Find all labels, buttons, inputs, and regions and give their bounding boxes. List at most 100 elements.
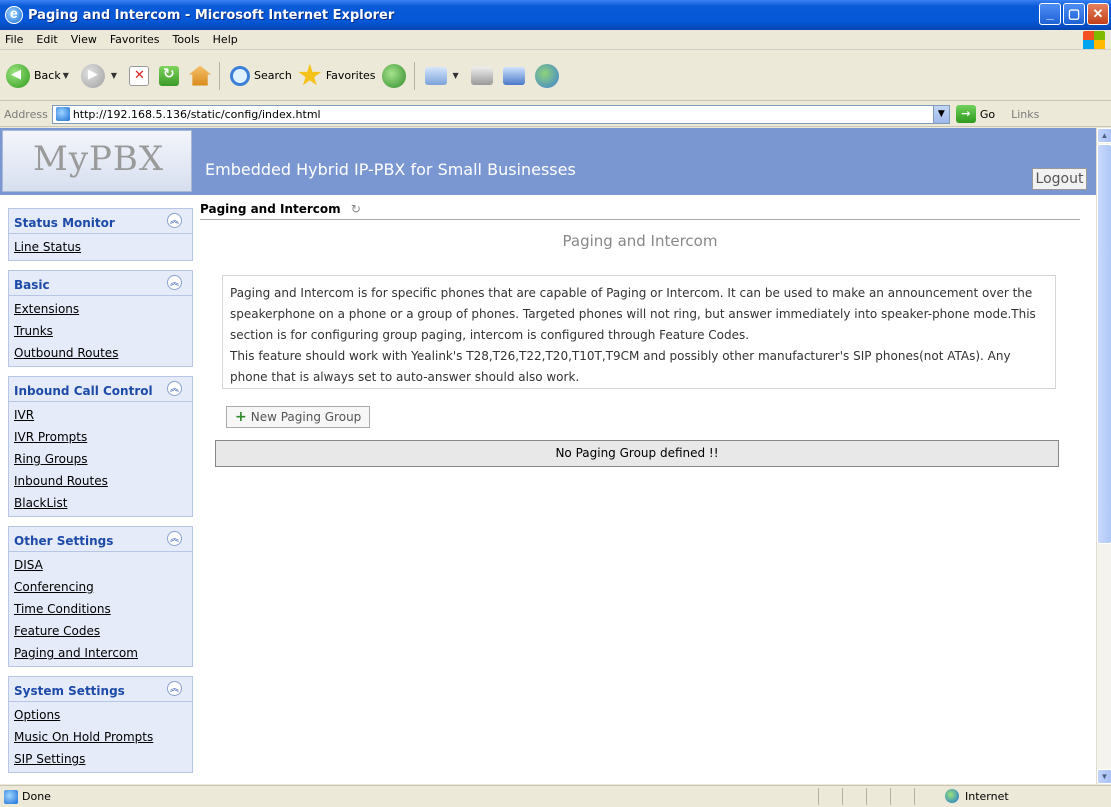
messenger-button[interactable] (534, 58, 563, 94)
collapse-icon[interactable]: ︽ (167, 213, 182, 228)
sidebar-group-header[interactable]: System Settings ︽ (9, 677, 192, 701)
status-text: Done (22, 790, 51, 803)
collapse-icon[interactable]: ︽ (167, 681, 182, 696)
chevron-down-icon[interactable]: ▼ (63, 71, 69, 80)
chevron-down-icon[interactable]: ▼ (111, 71, 117, 80)
toolbar-separator (413, 61, 415, 90)
sidebar-item-sip-settings[interactable]: SIP Settings (9, 748, 192, 770)
search-button[interactable]: Search (230, 58, 292, 94)
new-paging-group-button[interactable]: + New Paging Group (226, 406, 371, 428)
chevron-down-icon[interactable]: ▼ (453, 71, 459, 80)
print-button[interactable] (470, 58, 497, 94)
empty-message: No Paging Group defined !! (215, 440, 1059, 467)
sidebar-item-ivr[interactable]: IVR (9, 404, 192, 426)
go-arrow-icon: → (955, 105, 976, 123)
home-button[interactable] (189, 58, 215, 94)
forward-button[interactable]: ▼ (80, 58, 123, 94)
collapse-icon[interactable]: ︽ (167, 531, 182, 546)
sidebar-item-time-conditions[interactable]: Time Conditions (9, 598, 192, 620)
search-icon (230, 65, 251, 86)
address-label: Address (4, 107, 48, 121)
go-button[interactable]: → Go (955, 105, 996, 123)
go-label: Go (979, 107, 996, 121)
links-button[interactable]: Links (1011, 108, 1039, 121)
mypbx-logo: MyPBX (33, 139, 165, 179)
menu-help[interactable]: Help (208, 33, 246, 46)
maximize-button[interactable]: ▢ (1063, 3, 1085, 25)
stop-button[interactable] (129, 58, 153, 94)
sidebar-item-ring-groups[interactable]: Ring Groups (9, 448, 192, 470)
address-dropdown-icon[interactable]: ▼ (932, 105, 949, 123)
menu-bar: File Edit View Favorites Tools Help (0, 30, 1111, 50)
sidebar-item-line-status[interactable]: Line Status (9, 236, 192, 258)
collapse-icon[interactable]: ︽ (167, 381, 182, 396)
mail-button[interactable]: ▼ (424, 58, 465, 94)
scroll-down-icon[interactable]: ▼ (1097, 769, 1111, 784)
favorites-button[interactable]: Favorites (298, 58, 376, 94)
status-cell (842, 788, 866, 805)
ie-icon (5, 5, 23, 24)
edit-button[interactable] (502, 58, 529, 94)
sidebar-item-trunks[interactable]: Trunks (9, 320, 192, 342)
sidebar-group-header[interactable]: Inbound Call Control ︽ (9, 377, 192, 401)
menu-favorites[interactable]: Favorites (105, 33, 168, 46)
status-cells (818, 788, 938, 805)
history-button[interactable] (381, 58, 410, 94)
sidebar-group-header[interactable]: Basic ︽ (9, 271, 192, 295)
scrollbar-thumb[interactable] (1097, 144, 1111, 544)
sidebar-item-conferencing[interactable]: Conferencing (9, 576, 192, 598)
back-arrow-icon (6, 63, 30, 88)
sidebar-item-feature-codes[interactable]: Feature Codes (9, 620, 192, 642)
menu-tools[interactable]: Tools (168, 33, 208, 46)
sidebar-group-title: Inbound Call Control (14, 384, 153, 398)
back-button[interactable]: Back ▼ (6, 58, 75, 94)
toolbar-separator (219, 61, 221, 90)
menu-file[interactable]: File (0, 33, 31, 46)
star-icon (298, 63, 322, 86)
sidebar-group-header[interactable]: Status Monitor ︽ (9, 209, 192, 233)
address-url[interactable]: http://192.168.5.136/static/config/index… (73, 108, 321, 121)
sidebar-group-title: Basic (14, 278, 50, 292)
sidebar-item-paging-and-intercom[interactable]: Paging and Intercom (9, 642, 192, 664)
sidebar-item-disa[interactable]: DISA (9, 554, 192, 576)
status-cell (866, 788, 890, 805)
scroll-up-icon[interactable]: ▲ (1097, 128, 1111, 143)
printer-icon (470, 66, 493, 85)
favorites-label: Favorites (325, 69, 376, 82)
sidebar-group-inbound-call-control: Inbound Call Control ︽ IVR IVR Prompts R… (8, 376, 193, 517)
sidebar-group-other-settings: Other Settings ︽ DISA Conferencing Time … (8, 526, 193, 667)
minimize-button[interactable]: _ (1039, 3, 1061, 25)
refresh-button[interactable] (159, 58, 183, 94)
window-title: Paging and Intercom - Microsoft Internet… (28, 7, 395, 23)
sidebar-item-extensions[interactable]: Extensions (9, 298, 192, 320)
sidebar-group-header[interactable]: Other Settings ︽ (9, 527, 192, 551)
address-input[interactable]: http://192.168.5.136/static/config/index… (51, 104, 950, 124)
sidebar-item-outbound-routes[interactable]: Outbound Routes (9, 342, 192, 364)
collapse-icon[interactable]: ︽ (167, 275, 182, 290)
page-icon (55, 107, 70, 121)
sidebar-item-blacklist[interactable]: BlackList (9, 492, 192, 514)
menu-view[interactable]: View (66, 33, 105, 46)
forward-arrow-icon (80, 63, 105, 88)
window-title-bar: Paging and Intercom - Microsoft Internet… (0, 0, 1111, 30)
sidebar-item-options[interactable]: Options (9, 704, 192, 726)
sidebar: Status Monitor ︽ Line Status Basic ︽ Ext… (8, 208, 193, 782)
logo-box: MyPBX (2, 130, 192, 192)
mail-icon (424, 66, 447, 85)
zone-label: Internet (965, 789, 1009, 803)
sidebar-group-title: Status Monitor (14, 216, 115, 230)
sidebar-item-music-on-hold-prompts[interactable]: Music On Hold Prompts (9, 726, 192, 748)
page-done-icon (4, 789, 18, 804)
close-button[interactable]: ✕ (1087, 3, 1109, 25)
sidebar-item-inbound-routes[interactable]: Inbound Routes (9, 470, 192, 492)
messenger-icon (534, 63, 559, 88)
logout-button[interactable]: Logout (1032, 168, 1087, 190)
status-bar: Done Internet (0, 785, 1111, 807)
refresh-icon[interactable]: ↻ (351, 202, 361, 216)
plus-icon: + (235, 409, 247, 425)
menu-edit[interactable]: Edit (31, 33, 65, 46)
sidebar-item-ivr-prompts[interactable]: IVR Prompts (9, 426, 192, 448)
status-cell (818, 788, 842, 805)
sidebar-group-title: Other Settings (14, 534, 114, 548)
vertical-scrollbar[interactable]: ▲ ▼ (1096, 128, 1111, 784)
